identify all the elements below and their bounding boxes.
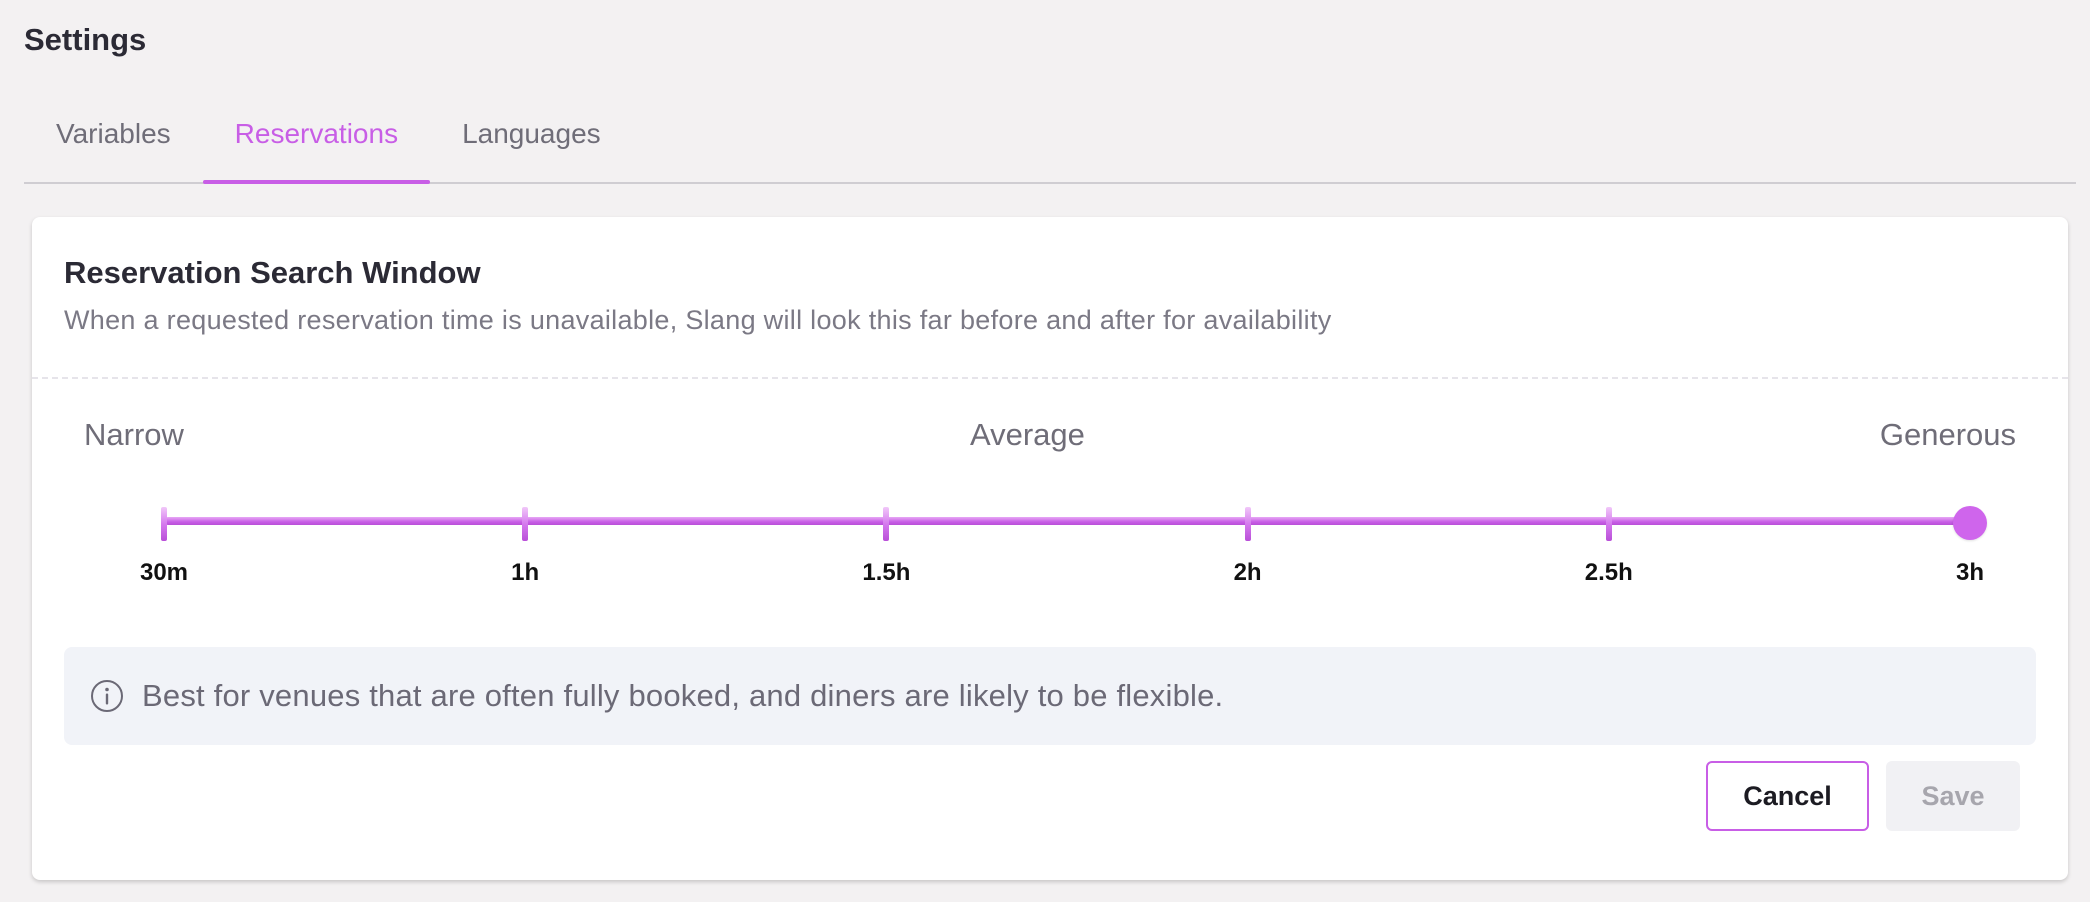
save-button[interactable]: Save — [1886, 761, 2020, 831]
tab-bar: Variables Reservations Languages — [24, 110, 2076, 184]
slider-tick — [161, 507, 167, 541]
info-box: Best for venues that are often fully boo… — [64, 647, 2036, 745]
page-title: Settings — [24, 22, 147, 57]
slider-tick-label: 3h — [1955, 559, 1985, 586]
slider-tick-label: 2h — [1233, 559, 1262, 586]
cancel-button[interactable]: Cancel — [1706, 761, 1869, 831]
slider-tick — [883, 507, 890, 541]
slider-tick-label: 1.5h — [862, 559, 911, 586]
tab-reservations[interactable]: Reservations — [202, 110, 431, 184]
tab-languages[interactable]: Languages — [430, 110, 633, 182]
scale-label-narrow: Narrow — [84, 417, 184, 452]
tab-variables[interactable]: Variables — [24, 110, 203, 182]
info-text: Best for venues that are often fully boo… — [142, 678, 1224, 713]
card-description: When a requested reservation time is una… — [64, 305, 1332, 335]
scale-label-generous: Generous — [1879, 417, 2016, 452]
slider-tick-label: 1h — [511, 559, 540, 586]
card-header: Reservation Search Window When a request… — [32, 217, 2068, 379]
slider-tick-label: 30m — [139, 559, 189, 586]
slider-thumb[interactable] — [1953, 506, 1987, 540]
slider-tick-label: 2.5h — [1584, 559, 1633, 586]
card-title: Reservation Search Window — [64, 255, 481, 290]
slider-tick — [522, 507, 529, 541]
slider-tick — [1605, 507, 1612, 541]
scale-label-average: Average — [970, 417, 1085, 452]
slider-track[interactable] — [164, 517, 1970, 525]
reservation-search-window-card: Reservation Search Window When a request… — [32, 217, 2068, 880]
info-circle-icon — [91, 680, 123, 712]
slider-tick — [1244, 507, 1251, 541]
search-window-slider[interactable]: 30m 1h 1.5h 2h 2.5h 3h — [32, 506, 2068, 587]
